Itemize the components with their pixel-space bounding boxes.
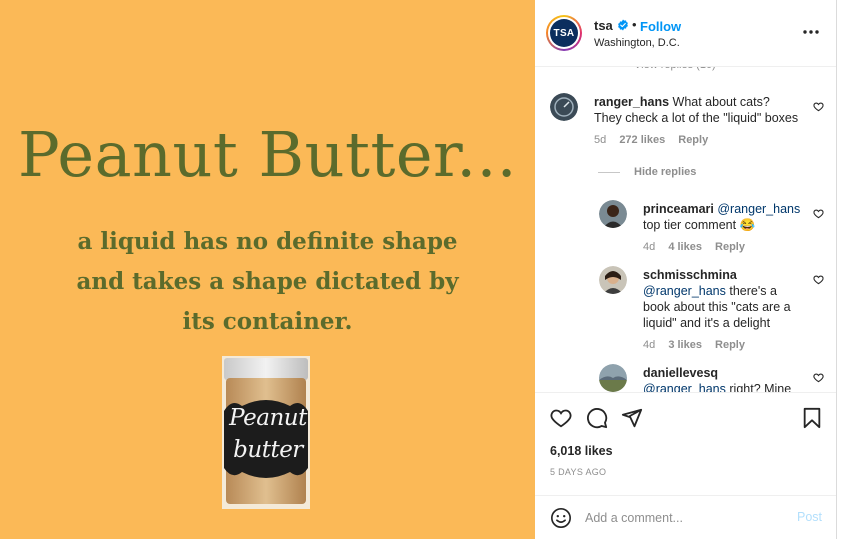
ranger-hans-avatar-image — [550, 93, 578, 121]
comment-icon[interactable] — [586, 407, 608, 429]
comment-username[interactable]: ranger_hans — [594, 95, 669, 109]
reply-button[interactable]: Reply — [678, 134, 708, 146]
avatar[interactable]: TSA — [546, 15, 582, 51]
avatar[interactable] — [599, 364, 627, 392]
comment-like-heart-icon[interactable] — [813, 101, 824, 112]
post-comment-button[interactable]: Post — [797, 510, 822, 524]
reply-likes[interactable]: 4 likes — [668, 241, 702, 253]
reply-username[interactable]: daniellevesq — [643, 366, 718, 380]
hide-replies-link[interactable]: Hide replies — [634, 166, 696, 178]
post-date[interactable]: 5 DAYS AGO — [550, 467, 606, 477]
reply-like-heart-icon[interactable] — [813, 274, 824, 285]
reply-body: schmisschmina @ranger_hans there's a boo… — [643, 267, 803, 331]
reply-button[interactable]: Reply — [715, 241, 745, 253]
more-options-icon[interactable] — [801, 26, 821, 38]
reply-like-heart-icon[interactable] — [813, 208, 824, 219]
bookmark-icon[interactable] — [801, 407, 823, 429]
post-sidebar: View replies (10) ranger_hans What about… — [535, 0, 837, 540]
post-location[interactable]: Washington, D.C. — [594, 37, 680, 49]
header-separator: • — [632, 17, 637, 32]
daniellevesq-avatar-image — [599, 364, 627, 392]
post-actions: 6,018 likes 5 DAYS AGO — [535, 392, 836, 493]
comment-body: ranger_hans What about cats? They check … — [594, 94, 800, 126]
avatar[interactable] — [599, 200, 627, 228]
add-comment-bar: Post — [535, 495, 836, 540]
hide-replies-line — [598, 172, 620, 173]
reply-meta: 4d 4 likes Reply — [643, 241, 755, 253]
avatar-ring-gap: TSA — [548, 17, 580, 49]
reply-time[interactable]: 4d — [643, 241, 655, 253]
comment-meta: 5d 272 likes Reply — [594, 134, 718, 146]
reply-username[interactable]: schmisschmina — [643, 268, 737, 282]
comment-likes[interactable]: 272 likes — [619, 134, 665, 146]
reply-like-heart-icon[interactable] — [813, 372, 824, 383]
princeamari-avatar-image — [599, 200, 627, 228]
jar-label-line1: Peanut — [229, 405, 307, 431]
avatar[interactable] — [599, 266, 627, 294]
comment-input[interactable] — [585, 508, 785, 528]
comment-time[interactable]: 5d — [594, 134, 606, 146]
reply-username[interactable]: princeamari — [643, 202, 714, 216]
heart-icon[interactable] — [550, 407, 572, 429]
reply-body: daniellevesq @ranger_hans right? Mine is… — [643, 365, 803, 392]
post-author-username[interactable]: tsa — [594, 18, 613, 33]
post-media[interactable]: Peanut Butter... a liquid has no definit… — [0, 0, 535, 539]
avatar[interactable] — [550, 93, 578, 121]
page-margin — [837, 0, 851, 539]
post-header: TSA tsa • Follow Washington, D.C. — [535, 0, 836, 67]
emoji-icon[interactable] — [550, 507, 572, 529]
jar-label-line2: butter — [233, 437, 303, 463]
media-title: Peanut Butter... — [17, 118, 518, 191]
reply-meta: 4d 3 likes Reply — [643, 339, 755, 351]
reply-likes[interactable]: 3 likes — [668, 339, 702, 351]
likes-count[interactable]: 6,018 likes — [550, 444, 613, 458]
schmisschmina-avatar-image — [599, 266, 627, 294]
reply-mention[interactable]: @ranger_hans — [717, 202, 800, 216]
reply-body: princeamari @ranger_hans top tier commen… — [643, 201, 803, 233]
reply-text: top tier comment 😂 — [643, 218, 756, 232]
reply-time[interactable]: 4d — [643, 339, 655, 351]
reply-mention[interactable]: @ranger_hans — [643, 382, 726, 392]
reply-button[interactable]: Reply — [715, 339, 745, 351]
media-body-text: a liquid has no definite shape and takes… — [76, 228, 459, 335]
verified-badge-icon — [618, 19, 628, 31]
reply-mention[interactable]: @ranger_hans — [643, 284, 726, 298]
follow-button[interactable]: Follow — [640, 19, 681, 34]
peanut-butter-jar-image — [222, 356, 310, 509]
share-icon[interactable] — [621, 407, 643, 429]
tsa-logo: TSA — [550, 19, 578, 47]
